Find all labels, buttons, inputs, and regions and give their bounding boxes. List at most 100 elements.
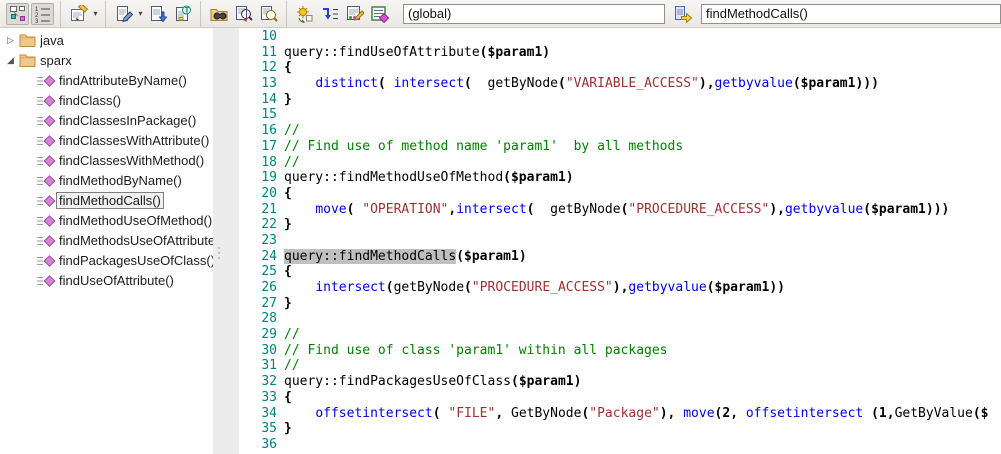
page-search-icon[interactable] xyxy=(257,3,280,25)
collapsed-arrow-icon[interactable]: ▷ xyxy=(4,35,17,46)
expanded-arrow-icon[interactable]: ◢ xyxy=(4,55,17,66)
main-area: ▷ java ◢ sparx findAttributeByName() findClas… xyxy=(0,28,1001,454)
folder-search-icon[interactable] xyxy=(207,3,230,25)
code-line: 15 xyxy=(239,107,1001,123)
query-name-input[interactable] xyxy=(701,3,1001,24)
splitter-grip-icon[interactable] xyxy=(218,247,220,262)
code-text: } xyxy=(284,217,292,233)
tree-item[interactable]: findClassesWithMethod() xyxy=(0,150,213,170)
code-text: // Find use of method name 'param1' by a… xyxy=(284,138,684,154)
line-number: 28 xyxy=(261,311,277,327)
code-line: 31 // xyxy=(239,358,1001,374)
code-editor[interactable]: 10 11 query::findUseOfAttribute($param1) 12… xyxy=(239,28,1001,454)
line-number: 14 xyxy=(261,91,277,107)
tree-item[interactable]: findPackagesUseOfClass() xyxy=(0,250,213,270)
tree-item-label: findUseOfAttribute() xyxy=(59,272,174,288)
tree-editor-splitter[interactable] xyxy=(213,28,239,454)
line-number: 29 xyxy=(261,327,277,343)
list-diamond-icon[interactable] xyxy=(368,3,391,25)
code-text: // xyxy=(284,327,300,343)
code-text: { xyxy=(284,389,292,405)
line-number: 12 xyxy=(261,60,277,76)
line-number: 35 xyxy=(261,421,277,437)
method-icon xyxy=(37,194,56,207)
tree-item-label: findMethodsUseOfAttribute xyxy=(59,232,213,248)
code-text: intersect(getByNode("PROCEDURE_ACCESS"),… xyxy=(315,280,785,295)
tree-item[interactable]: findMethodUseOfMethod() xyxy=(0,210,213,230)
tree-item-label: findClassesInPackage() xyxy=(59,112,197,128)
code-line: 30 // Find use of class 'param1' within a… xyxy=(239,343,1001,359)
tree-folder-label: java xyxy=(40,32,64,48)
method-icon xyxy=(37,234,56,247)
line-number: 26 xyxy=(261,280,277,295)
line-number: 32 xyxy=(261,374,277,390)
line-number: 11 xyxy=(261,44,277,60)
method-icon xyxy=(37,174,56,187)
code-line: 22} xyxy=(239,217,1001,233)
toolbar-group: ▾ xyxy=(60,0,103,27)
tree-item[interactable]: findClassesWithAttribute() xyxy=(0,130,213,150)
numbered-list-icon[interactable]: 123 xyxy=(31,2,54,25)
page-import-icon[interactable] xyxy=(146,3,169,25)
code-text: query::findMethodCalls($param1) xyxy=(284,248,527,264)
tree-item[interactable]: findClass() xyxy=(0,90,213,110)
run-transform-icon[interactable] xyxy=(293,3,316,25)
line-number: 16 xyxy=(261,123,277,139)
line-number: 25 xyxy=(261,264,277,280)
code-line: 23 xyxy=(239,233,1001,249)
code-text: // xyxy=(284,154,300,170)
code-text: query::findPackagesUseOfClass($param1) xyxy=(284,374,582,390)
code-line: 25 { xyxy=(239,264,1001,280)
code-text: // Find use of class 'param1' within all… xyxy=(284,342,668,358)
line-number: 36 xyxy=(261,436,277,452)
page-forward-icon[interactable] xyxy=(670,3,696,25)
tree-item-label: findClass() xyxy=(59,92,122,108)
tree-item-label: findClassesWithAttribute() xyxy=(59,132,210,148)
model-trace-icon[interactable] xyxy=(6,2,29,25)
tree-item[interactable]: findMethodsUseOfAttribute xyxy=(0,230,213,250)
code-line: 17 // Find use of method name 'param1' by… xyxy=(239,139,1001,155)
scope-input[interactable] xyxy=(403,3,665,24)
code-line: 29 // xyxy=(239,327,1001,343)
tree-item-selected[interactable]: findMethodCalls() xyxy=(0,190,213,210)
line-number: 13 xyxy=(261,76,277,92)
code-text: { xyxy=(284,60,292,76)
code-line: 19 query::findMethodUseOfMethod($param1) xyxy=(239,170,1001,186)
code-line: 24 query::findMethodCalls($param1) xyxy=(239,248,1001,265)
code-line: 18 // xyxy=(239,155,1001,171)
line-number: 27 xyxy=(261,295,277,311)
code-text: query::findUseOfAttribute($param1) xyxy=(284,44,551,60)
page-search-red-icon[interactable] xyxy=(232,3,255,25)
code-line: 35} xyxy=(239,421,1001,437)
code-text: } xyxy=(284,295,292,311)
toolbar-icon-groups: 1 2 3 ▾ ▾ T xyxy=(2,0,395,27)
code-text: // xyxy=(284,358,300,374)
code-line: 20 { xyxy=(239,186,1001,202)
tree-item[interactable]: findMethodByName() xyxy=(0,170,213,190)
tree-item[interactable]: findAttributeByName() xyxy=(0,70,213,90)
code-text: query::findMethodUseOfMethod($param1) xyxy=(284,170,574,186)
tree-item[interactable]: findUseOfAttribute() xyxy=(0,270,213,290)
step-into-icon[interactable] xyxy=(318,3,341,25)
code-line: 33 { xyxy=(239,390,1001,406)
dropdown-arrow-icon[interactable]: ▾ xyxy=(91,3,100,25)
script-edit-icon[interactable] xyxy=(343,3,366,25)
code-line: 32 query::findPackagesUseOfClass($param1) xyxy=(239,374,1001,390)
line-number: 31 xyxy=(261,358,277,374)
tree-folder-java[interactable]: ▷ java xyxy=(0,30,213,50)
toolbar-group: ▾ T xyxy=(105,0,198,27)
dropdown-arrow-icon[interactable]: ▾ xyxy=(136,3,145,25)
page-tag-icon[interactable]: T xyxy=(171,3,194,25)
tree-folder-sparx[interactable]: ◢ sparx xyxy=(0,50,213,70)
page-edit-icon[interactable] xyxy=(112,3,135,25)
code-line: 12 { xyxy=(239,60,1001,76)
tree-item-label: findMethodByName() xyxy=(59,172,182,188)
folder-icon xyxy=(19,53,36,67)
tree-item[interactable]: findClassesInPackage() xyxy=(0,110,213,130)
line-number: 22 xyxy=(261,217,277,233)
code-line: 14} xyxy=(239,92,1001,108)
tree-item-label: findClassesWithMethod() xyxy=(59,152,205,168)
form-edit-icon[interactable] xyxy=(67,3,90,25)
code-text: } xyxy=(284,91,292,107)
code-line: 10 xyxy=(239,29,1001,45)
